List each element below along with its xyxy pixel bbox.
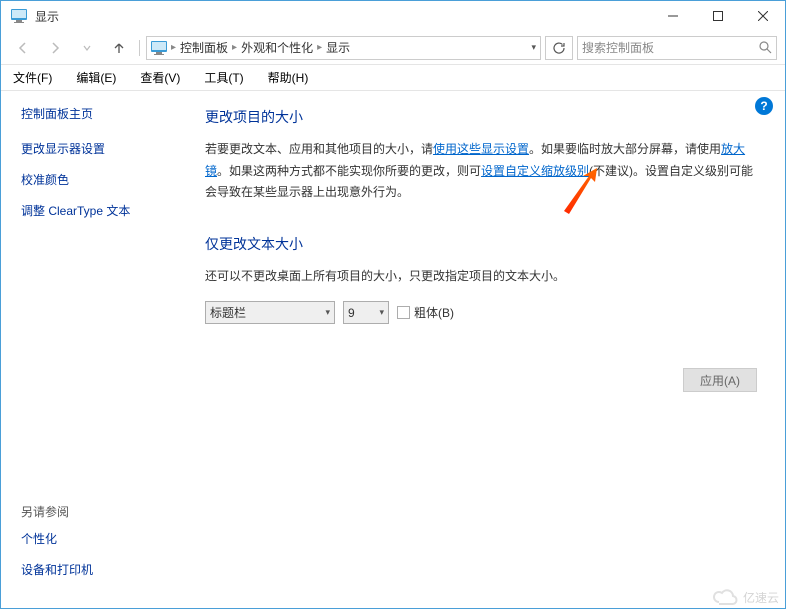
recent-dropdown[interactable] <box>73 35 101 61</box>
search-placeholder: 搜索控制面板 <box>582 39 759 56</box>
menu-view[interactable]: 查看(V) <box>136 67 184 88</box>
chevron-down-icon: ▾ <box>325 307 330 318</box>
minimize-button[interactable] <box>650 1 695 31</box>
forward-button[interactable] <box>41 35 69 61</box>
search-icon <box>759 41 772 54</box>
section2-heading: 仅更改文本大小 <box>205 234 761 254</box>
monitor-icon <box>151 40 167 56</box>
font-size-select[interactable]: 9 ▾ <box>343 301 389 324</box>
sidebar: 控制面板主页 更改显示器设置 校准颜色 调整 ClearType 文本 另请参阅… <box>1 91 201 606</box>
breadcrumb[interactable]: ▸ 控制面板 ▸ 外观和个性化 ▸ 显示 ▾ <box>146 36 541 60</box>
chevron-right-icon: ▸ <box>171 42 176 53</box>
content: 更改项目的大小 若要更改文本、应用和其他项目的大小，请使用这些显示设置。如果要临… <box>201 91 785 606</box>
breadcrumb-item[interactable]: 外观和个性化 <box>241 39 313 56</box>
up-button[interactable] <box>105 35 133 61</box>
title-element-select[interactable]: 标题栏 ▾ <box>205 301 335 324</box>
breadcrumb-item[interactable]: 显示 <box>326 39 350 56</box>
navbar: ▸ 控制面板 ▸ 外观和个性化 ▸ 显示 ▾ 搜索控制面板 <box>1 31 785 65</box>
chevron-down-icon[interactable]: ▾ <box>531 42 536 53</box>
menu-edit[interactable]: 编辑(E) <box>72 67 120 88</box>
window-title: 显示 <box>35 8 650 25</box>
window-icon <box>11 8 27 24</box>
see-also-heading: 另请参阅 <box>21 503 181 520</box>
sidebar-item-personalization[interactable]: 个性化 <box>21 530 181 547</box>
close-button[interactable] <box>740 1 785 31</box>
separator <box>139 40 140 56</box>
refresh-button[interactable] <box>545 36 573 60</box>
bold-checkbox[interactable] <box>397 306 410 319</box>
link-custom-scaling[interactable]: 设置自定义缩放级别 <box>481 164 589 178</box>
menu-help[interactable]: 帮助(H) <box>264 67 313 88</box>
titlebar: 显示 <box>1 1 785 31</box>
link-display-settings[interactable]: 使用这些显示设置 <box>433 142 529 156</box>
sidebar-item-devices-printers[interactable]: 设备和打印机 <box>21 561 181 578</box>
body: ? 控制面板主页 更改显示器设置 校准颜色 调整 ClearType 文本 另请… <box>1 91 785 606</box>
sidebar-home[interactable]: 控制面板主页 <box>21 105 181 122</box>
section1-heading: 更改项目的大小 <box>205 107 761 127</box>
bold-label: 粗体(B) <box>414 304 454 321</box>
text-size-controls: 标题栏 ▾ 9 ▾ 粗体(B) <box>205 301 761 324</box>
maximize-button[interactable] <box>695 1 740 31</box>
bold-checkbox-row: 粗体(B) <box>397 304 454 321</box>
sidebar-item-calibrate-color[interactable]: 校准颜色 <box>21 171 181 188</box>
breadcrumb-item[interactable]: 控制面板 <box>180 39 228 56</box>
menubar: 文件(F) 编辑(E) 查看(V) 工具(T) 帮助(H) <box>1 65 785 91</box>
chevron-down-icon: ▾ <box>379 307 384 318</box>
chevron-right-icon: ▸ <box>317 42 322 53</box>
apply-button[interactable]: 应用(A) <box>683 368 757 392</box>
menu-file[interactable]: 文件(F) <box>9 67 56 88</box>
sidebar-item-display-settings[interactable]: 更改显示器设置 <box>21 140 181 157</box>
menu-tools[interactable]: 工具(T) <box>200 67 247 88</box>
sidebar-item-cleartype[interactable]: 调整 ClearType 文本 <box>21 202 181 219</box>
section1-paragraph: 若要更改文本、应用和其他项目的大小，请使用这些显示设置。如果要临时放大部分屏幕，… <box>205 139 761 204</box>
back-button[interactable] <box>9 35 37 61</box>
chevron-right-icon: ▸ <box>232 42 237 53</box>
search-input[interactable]: 搜索控制面板 <box>577 36 777 60</box>
section2-paragraph: 还可以不更改桌面上所有项目的大小，只更改指定项目的文本大小。 <box>205 266 761 288</box>
